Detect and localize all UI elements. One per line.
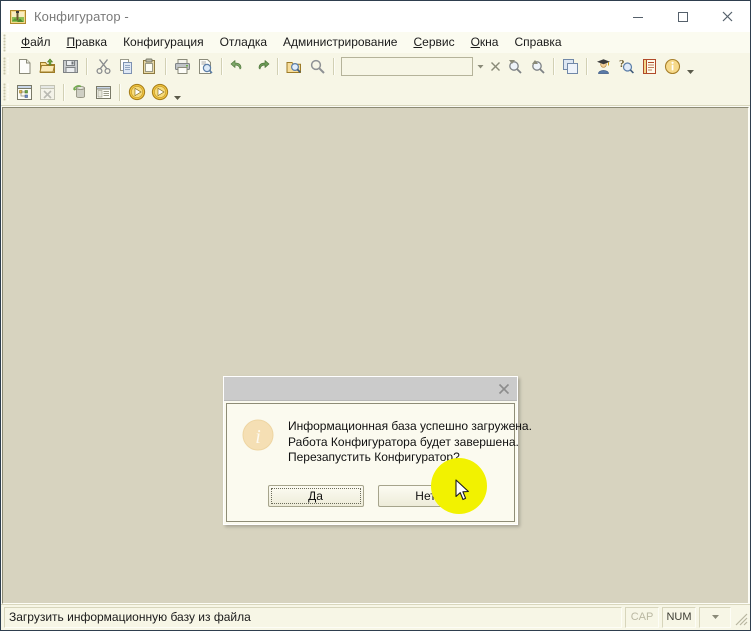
find-next-icon[interactable] bbox=[503, 55, 526, 77]
menu-item-edit-label: равка bbox=[75, 35, 108, 49]
dialog-close-icon[interactable] bbox=[491, 378, 517, 400]
menu-item-debug-label: Отладка bbox=[219, 35, 268, 49]
status-message: Загрузить информационную базу из файла bbox=[4, 606, 622, 628]
toolbar-separator bbox=[86, 57, 88, 75]
menu-item-debug[interactable]: Отладка bbox=[212, 33, 275, 52]
menu-item-configuration-label: Конфигурация bbox=[123, 35, 204, 49]
print-preview-icon[interactable] bbox=[194, 55, 217, 77]
help-search-icon[interactable]: ? bbox=[615, 55, 638, 77]
mdi-client-area: i Информационная база успешно загружена.… bbox=[2, 107, 749, 604]
start-debug-icon[interactable] bbox=[125, 81, 148, 103]
status-num-indicator: NUM bbox=[662, 606, 696, 628]
toolbars: ? bbox=[1, 53, 750, 106]
dialog-message-line-1: Информационная база успешно загружена. bbox=[288, 419, 532, 433]
about-info-icon[interactable] bbox=[661, 55, 684, 77]
window-controls bbox=[615, 1, 750, 32]
menu-item-help[interactable]: Справка bbox=[506, 33, 569, 52]
menu-item-administration[interactable]: Администрирование bbox=[275, 33, 405, 52]
toolbar-separator bbox=[165, 57, 167, 75]
user-graduate-icon[interactable] bbox=[592, 55, 615, 77]
find-previous-icon[interactable] bbox=[526, 55, 549, 77]
dialog-message-line-3: Перезапустить Конфигуратор? bbox=[288, 450, 460, 464]
svg-text:i: i bbox=[255, 426, 261, 448]
toolbar-separator bbox=[586, 57, 588, 75]
dialog-title-bar bbox=[224, 377, 517, 401]
dialog-message-line-2: Работа Конфигуратора будет завершена. bbox=[288, 434, 519, 449]
menu-item-windows[interactable]: Окна bbox=[463, 33, 507, 52]
menu-item-file-label: айл bbox=[30, 35, 51, 49]
syntax-assistant-icon[interactable] bbox=[638, 55, 661, 77]
application-window: Конфигуратор - Файл Правка Конфигурация … bbox=[0, 0, 751, 631]
search-dropdown-arrow[interactable] bbox=[473, 57, 488, 76]
toolbar-separator bbox=[221, 57, 223, 75]
redo-icon[interactable] bbox=[250, 55, 273, 77]
information-icon: i bbox=[242, 419, 274, 451]
properties-window-icon[interactable] bbox=[92, 81, 115, 103]
dialog-yes-button[interactable]: Да bbox=[267, 484, 364, 507]
menu-bar: Файл Правка Конфигурация Отладка Админис… bbox=[1, 32, 750, 53]
main-toolbar-grip[interactable] bbox=[3, 57, 10, 75]
database-update-icon[interactable] bbox=[69, 81, 92, 103]
save-icon[interactable] bbox=[59, 55, 82, 77]
toolbar-separator bbox=[553, 57, 555, 75]
title-bar: Конфигуратор - bbox=[1, 1, 750, 32]
menu-item-windows-label: кна bbox=[479, 35, 499, 49]
cut-icon[interactable] bbox=[92, 55, 115, 77]
status-dropdown-button[interactable] bbox=[699, 606, 731, 628]
config-tree-icon[interactable] bbox=[13, 81, 36, 103]
resize-grip[interactable] bbox=[733, 608, 749, 627]
config-toolbar-overflow-chevron-icon[interactable] bbox=[171, 81, 183, 104]
close-button[interactable] bbox=[705, 1, 750, 32]
copy-icon[interactable] bbox=[115, 55, 138, 77]
dialog-no-label: Нет bbox=[415, 488, 436, 503]
status-bar: Загрузить информационную базу из файла C… bbox=[1, 604, 750, 630]
main-toolbar: ? bbox=[1, 53, 750, 79]
windows-cascade-icon[interactable] bbox=[559, 55, 582, 77]
restart-confirmation-dialog: i Информационная база успешно загружена.… bbox=[223, 376, 532, 525]
menu-grip[interactable] bbox=[3, 33, 10, 52]
config-toolbar-grip[interactable] bbox=[3, 83, 10, 101]
menu-item-help-label: Справка bbox=[514, 35, 562, 49]
find-in-files-icon[interactable] bbox=[283, 55, 306, 77]
search-clear-icon[interactable] bbox=[488, 57, 503, 76]
dialog-yes-label: Да bbox=[308, 488, 323, 503]
menu-item-edit[interactable]: Правка bbox=[59, 33, 116, 52]
menu-item-configuration[interactable]: Конфигурация bbox=[115, 33, 212, 52]
start-nodebug-icon[interactable] bbox=[148, 81, 171, 103]
undo-icon[interactable] bbox=[227, 55, 250, 77]
toolbar-separator bbox=[119, 83, 121, 101]
toolbar-separator bbox=[333, 57, 335, 75]
toolbar-separator bbox=[63, 83, 65, 101]
search-input[interactable] bbox=[341, 56, 473, 76]
config-close-icon[interactable] bbox=[36, 81, 59, 103]
maximize-button[interactable] bbox=[660, 1, 705, 32]
menu-item-service[interactable]: Сервис bbox=[405, 33, 462, 52]
configurator-icon bbox=[10, 9, 26, 25]
print-icon[interactable] bbox=[171, 55, 194, 77]
toolbar-separator bbox=[277, 57, 279, 75]
toolbar-overflow-chevron-icon[interactable] bbox=[684, 55, 696, 78]
window-title: Конфигуратор - bbox=[34, 9, 129, 24]
search-icon[interactable] bbox=[306, 55, 329, 77]
menu-item-service-label: ервис bbox=[422, 35, 455, 49]
open-folder-icon[interactable] bbox=[36, 55, 59, 77]
dialog-button-row: Да Нет bbox=[239, 484, 502, 507]
minimize-button[interactable] bbox=[615, 1, 660, 32]
config-toolbar bbox=[1, 79, 750, 105]
status-caps-indicator: CAP bbox=[625, 606, 659, 628]
dialog-body: i Информационная база успешно загружена.… bbox=[226, 403, 532, 522]
menu-item-file[interactable]: Файл bbox=[13, 33, 59, 52]
dialog-message: Информационная база успешно загружена. Р… bbox=[288, 418, 532, 466]
new-file-icon[interactable] bbox=[13, 55, 36, 77]
dialog-no-button[interactable]: Нет bbox=[377, 484, 474, 507]
paste-icon[interactable] bbox=[138, 55, 161, 77]
menu-item-administration-label: Администрирование bbox=[283, 35, 398, 49]
